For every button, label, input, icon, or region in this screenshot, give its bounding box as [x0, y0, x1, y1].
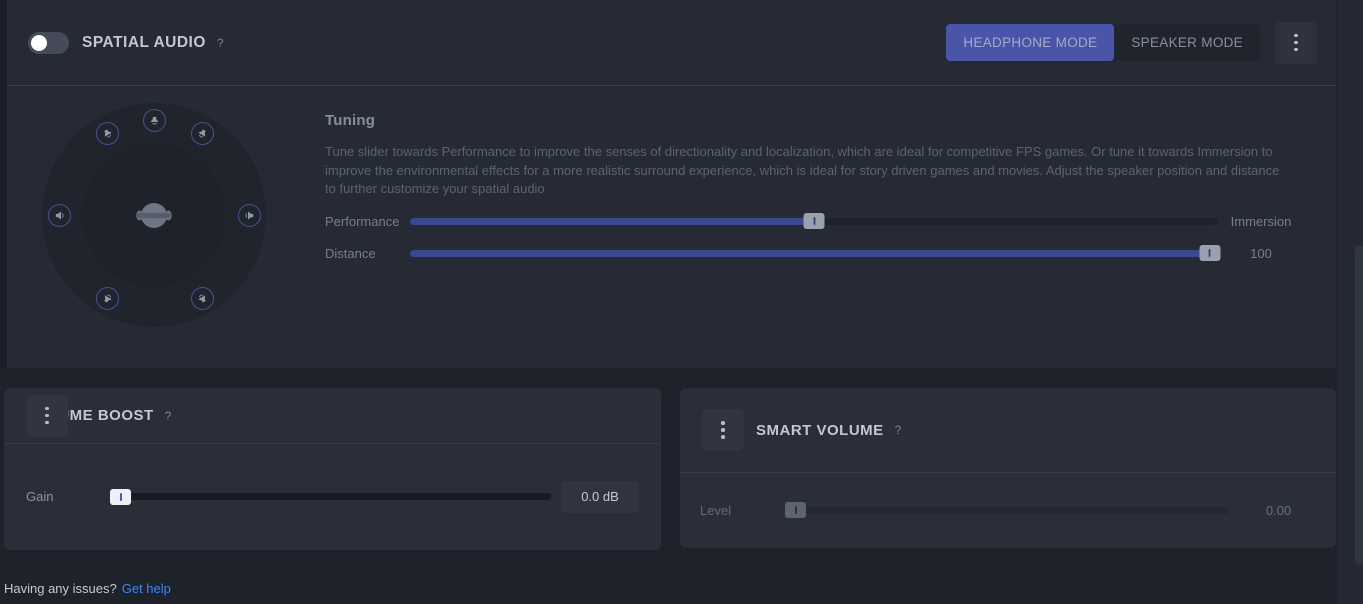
level-slider-thumb[interactable] — [785, 502, 806, 518]
performance-slider-fill — [410, 217, 814, 225]
kebab-dot — [721, 428, 725, 432]
distance-slider[interactable] — [410, 245, 1221, 261]
volume-boost-header: VOLUME BOOST ? — [4, 388, 661, 444]
gain-slider-thumb[interactable] — [110, 488, 131, 505]
tuning-heading: Tuning — [325, 112, 376, 129]
kebab-dot — [1294, 33, 1298, 38]
kebab-dot — [1294, 40, 1298, 45]
level-row: Level 0.00 — [680, 473, 1336, 547]
spatial-audio-header-actions: HEADPHONE MODE SPEAKER MODE — [946, 21, 1317, 64]
kebab-dot — [45, 406, 49, 411]
smart-volume-menu-button[interactable] — [702, 409, 744, 451]
gain-label: Gain — [26, 489, 54, 504]
kebab-dot — [45, 413, 49, 418]
smart-volume-help-icon[interactable]: ? — [895, 423, 902, 437]
footer: Having any issues? Get help — [4, 581, 171, 596]
spatial-audio-card: SPATIAL AUDIO ? HEADPHONE MODE SPEAKER M… — [7, 0, 1336, 368]
speaker-icon-front-right[interactable] — [191, 122, 214, 145]
get-help-link[interactable]: Get help — [122, 581, 171, 596]
sonar-audio-settings-page: SPATIAL AUDIO ? HEADPHONE MODE SPEAKER M… — [0, 0, 1363, 604]
speaker-glyph — [55, 211, 64, 220]
level-label: Level — [700, 502, 732, 518]
performance-label: Performance — [325, 213, 400, 229]
spatial-audio-help-icon[interactable]: ? — [217, 36, 224, 50]
headphone-mode-button[interactable]: HEADPHONE MODE — [946, 24, 1115, 61]
volume-boost-menu-button[interactable] — [26, 394, 68, 437]
toggle-knob — [31, 34, 47, 51]
performance-slider-row: Performance Immersion — [325, 206, 1304, 236]
spatial-audio-toggle[interactable] — [28, 31, 69, 54]
level-slider[interactable] — [785, 502, 1229, 518]
mode-switcher: HEADPHONE MODE SPEAKER MODE — [946, 24, 1260, 61]
immersion-label: Immersion — [1230, 213, 1292, 229]
gain-slider[interactable] — [110, 488, 551, 505]
speaker-glyph — [104, 294, 112, 303]
speaker-icon-center[interactable] — [143, 109, 166, 132]
speaker-glyph — [104, 129, 112, 138]
distance-slider-row: Distance 100 — [325, 238, 1304, 268]
speaker-glyph — [198, 129, 206, 138]
volume-boost-panel: VOLUME BOOST ? Gain 0.0 dB — [4, 388, 661, 550]
gain-value: 0.0 dB — [561, 480, 639, 513]
smart-volume-header: SMART VOLUME ? — [680, 388, 1336, 473]
spatial-audio-header: SPATIAL AUDIO ? HEADPHONE MODE SPEAKER M… — [7, 0, 1336, 86]
performance-slider-thumb[interactable] — [803, 213, 825, 229]
distance-slider-thumb[interactable] — [1199, 245, 1221, 261]
footer-question: Having any issues? — [4, 581, 117, 596]
speaker-icon-side-left[interactable] — [48, 204, 71, 227]
speaker-mode-button[interactable]: SPEAKER MODE — [1114, 24, 1260, 61]
level-value: 0.00 — [1265, 502, 1292, 518]
spatial-audio-menu-button[interactable] — [1275, 21, 1317, 64]
distance-value: 100 — [1250, 245, 1272, 261]
tuning-description: Tune slider towards Performance to impro… — [325, 144, 1280, 196]
kebab-dot — [1294, 47, 1298, 52]
speaker-glyph — [198, 294, 206, 303]
speaker-icon-side-right[interactable] — [238, 204, 261, 227]
performance-slider[interactable] — [410, 213, 1218, 229]
kebab-dot — [721, 421, 725, 425]
speaker-icon-front-left[interactable] — [96, 122, 119, 145]
speaker-glyph — [245, 211, 254, 220]
gain-row: Gain 0.0 dB — [4, 444, 661, 549]
speaker-icon-rear-left[interactable] — [96, 287, 119, 310]
spatial-audio-title: SPATIAL AUDIO — [82, 33, 206, 51]
speaker-icon-rear-right[interactable] — [191, 287, 214, 310]
scrollbar-thumb[interactable] — [1355, 245, 1363, 565]
distance-slider-fill — [410, 249, 1210, 257]
smart-volume-panel: SMART VOLUME ? Level 0.00 — [680, 388, 1336, 548]
left-edge-strip — [0, 0, 7, 368]
speaker-glyph — [150, 116, 159, 125]
kebab-dot — [721, 435, 725, 439]
smart-volume-title: SMART VOLUME — [756, 421, 884, 439]
volume-boost-help-icon[interactable]: ? — [165, 409, 172, 423]
distance-label: Distance — [325, 245, 376, 261]
listener-head-icon — [134, 199, 174, 238]
kebab-dot — [45, 420, 49, 425]
speaker-position-map — [42, 103, 266, 327]
